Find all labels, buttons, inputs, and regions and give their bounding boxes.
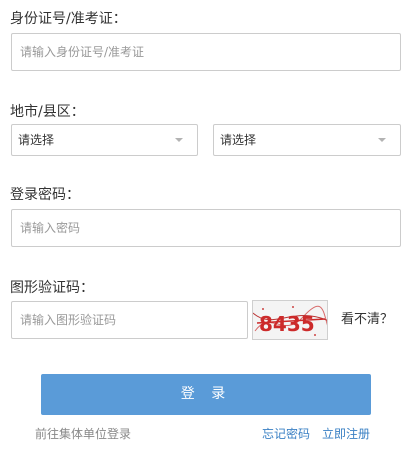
chevron-down-icon	[175, 138, 183, 142]
group-login-link[interactable]: 前往集体单位登录	[35, 426, 131, 442]
captcha-text: 8435	[259, 312, 315, 336]
captcha-refresh-link[interactable]: 看不清？	[341, 312, 393, 328]
password-input[interactable]: 请输入密码	[11, 209, 401, 247]
city-select-value: 请选择	[18, 133, 55, 147]
password-label: 登录密码：	[10, 187, 80, 203]
id-number-input[interactable]: 请输入身份证号/准考证	[11, 33, 401, 71]
captcha-label: 图形验证码：	[10, 280, 94, 296]
chevron-down-icon	[378, 138, 386, 142]
county-select-value: 请选择	[220, 133, 257, 147]
forgot-password-link[interactable]: 忘记密码	[262, 426, 310, 442]
captcha-input[interactable]: 请输入图形验证码	[11, 301, 248, 339]
id-number-label: 身份证号/准考证：	[10, 11, 127, 27]
login-button[interactable]: 登 录	[41, 374, 371, 415]
county-select[interactable]: 请选择	[213, 124, 401, 156]
captcha-image[interactable]: 8435	[252, 300, 328, 340]
register-link[interactable]: 立即注册	[322, 426, 370, 442]
city-select[interactable]: 请选择	[11, 124, 198, 156]
region-label: 地市/县区：	[10, 104, 85, 120]
